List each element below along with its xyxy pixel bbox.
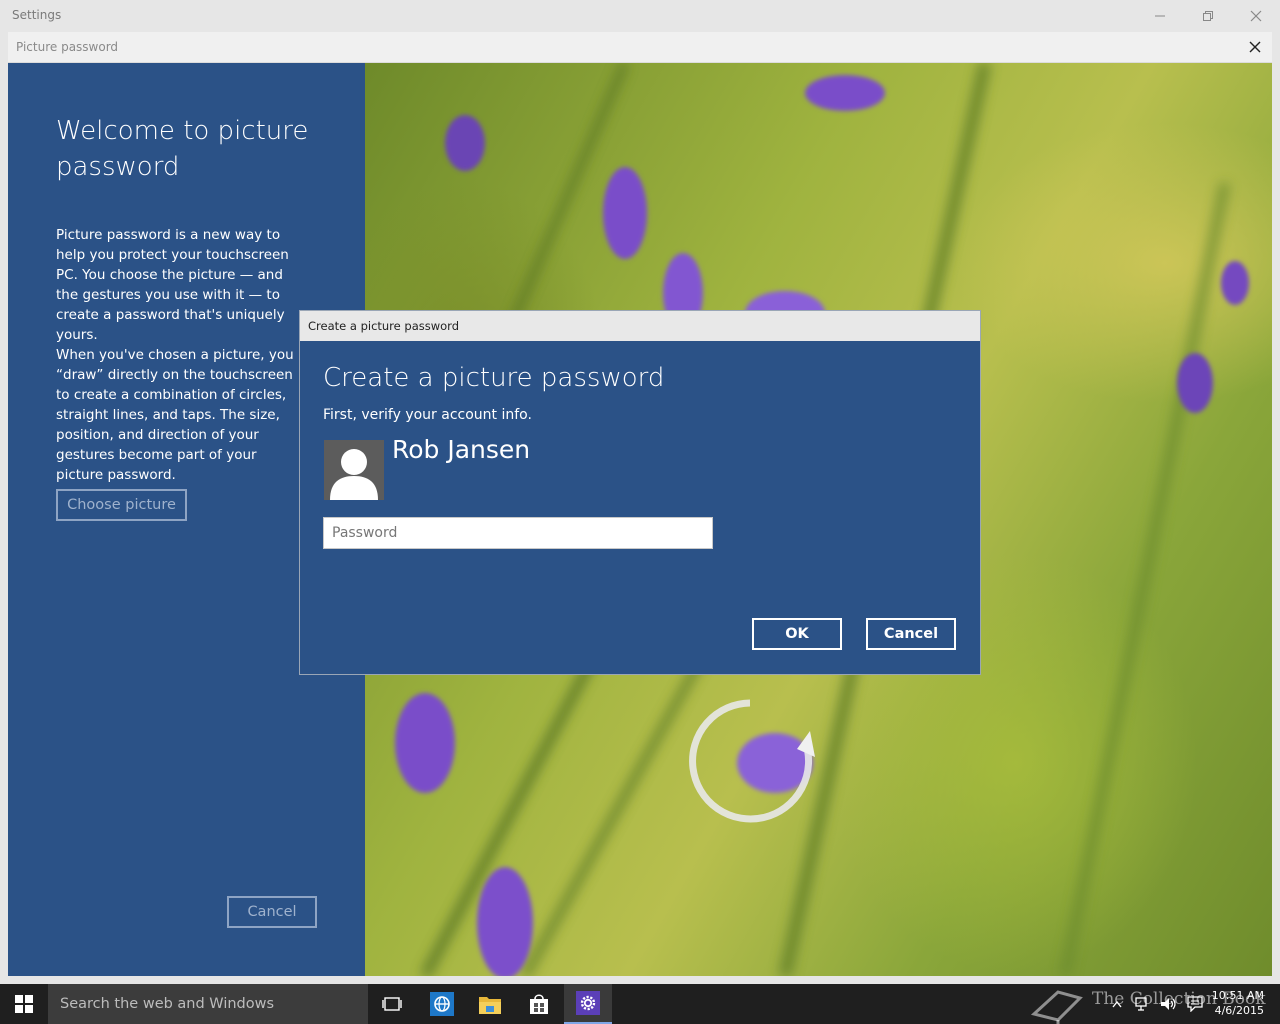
close-icon (1249, 41, 1261, 53)
cancel-button[interactable]: Cancel (866, 618, 956, 650)
user-silhouette-icon (330, 449, 378, 500)
picture-password-close-button[interactable] (1242, 34, 1268, 60)
close-button[interactable] (1232, 0, 1280, 32)
clock-date: 4/6/2015 (1214, 1004, 1264, 1017)
dialog-heading: Create a picture password (323, 363, 665, 393)
close-icon (1250, 10, 1262, 22)
task-view-button[interactable] (368, 984, 416, 1024)
network-tray-button[interactable] (1132, 984, 1154, 1024)
dialog-titlebar: Create a picture password (300, 311, 980, 341)
dialog-subtitle: First, verify your account info. (323, 407, 532, 423)
minimize-icon (1155, 15, 1165, 17)
volume-icon (1161, 998, 1176, 1010)
settings-window-title: Settings (12, 8, 62, 22)
restore-button[interactable] (1184, 0, 1232, 32)
picture-password-titlebar: Picture password (8, 32, 1272, 63)
taskbar-clock[interactable]: 10:51 AM 4/6/2015 (1204, 988, 1264, 1018)
show-hidden-icons-button[interactable] (1108, 984, 1126, 1024)
welcome-title: Welcome to picture password (56, 116, 309, 182)
create-picture-password-dialog: Create a picture password Create a pictu… (299, 310, 981, 675)
file-explorer-icon (479, 997, 501, 1014)
action-center-button[interactable] (1184, 984, 1206, 1024)
dialog-title: Create a picture password (308, 319, 459, 333)
file-explorer-button[interactable] (466, 984, 514, 1024)
user-name: Rob Jansen (392, 435, 531, 464)
choose-picture-button[interactable]: Choose picture (56, 489, 187, 521)
internet-explorer-button[interactable] (418, 984, 466, 1024)
volume-tray-button[interactable] (1158, 984, 1180, 1024)
avatar (324, 440, 384, 500)
network-icon (1135, 997, 1147, 1011)
taskbar: Search the web and Windows The Collectio… (0, 984, 1280, 1024)
chevron-up-icon (1112, 1000, 1122, 1008)
store-icon (530, 994, 548, 1014)
taskbar-search-box[interactable]: Search the web and Windows (48, 984, 368, 1024)
start-button[interactable] (0, 984, 48, 1024)
restore-icon (1203, 11, 1213, 21)
password-input[interactable] (323, 517, 713, 549)
store-button[interactable] (515, 984, 563, 1024)
settings-gear-icon (576, 991, 600, 1015)
clock-time: 10:51 AM (1211, 989, 1264, 1002)
watermark-book-icon (1028, 984, 1088, 1024)
action-center-icon (1187, 996, 1203, 1012)
intro-paragraph-1: Picture password is a new way to help yo… (56, 227, 289, 343)
minimize-button[interactable] (1136, 0, 1184, 32)
intro-paragraph-2: When you've chosen a picture, you “draw”… (56, 347, 294, 483)
task-view-icon (382, 997, 402, 1011)
settings-taskbar-button[interactable] (564, 984, 612, 1024)
windows-logo-icon (15, 995, 33, 1013)
intro-cancel-button[interactable]: Cancel (227, 896, 317, 928)
settings-titlebar: Settings (0, 0, 1280, 32)
picture-password-window-title: Picture password (16, 40, 119, 54)
ok-button[interactable]: OK (752, 618, 842, 650)
internet-explorer-icon (430, 992, 454, 1016)
